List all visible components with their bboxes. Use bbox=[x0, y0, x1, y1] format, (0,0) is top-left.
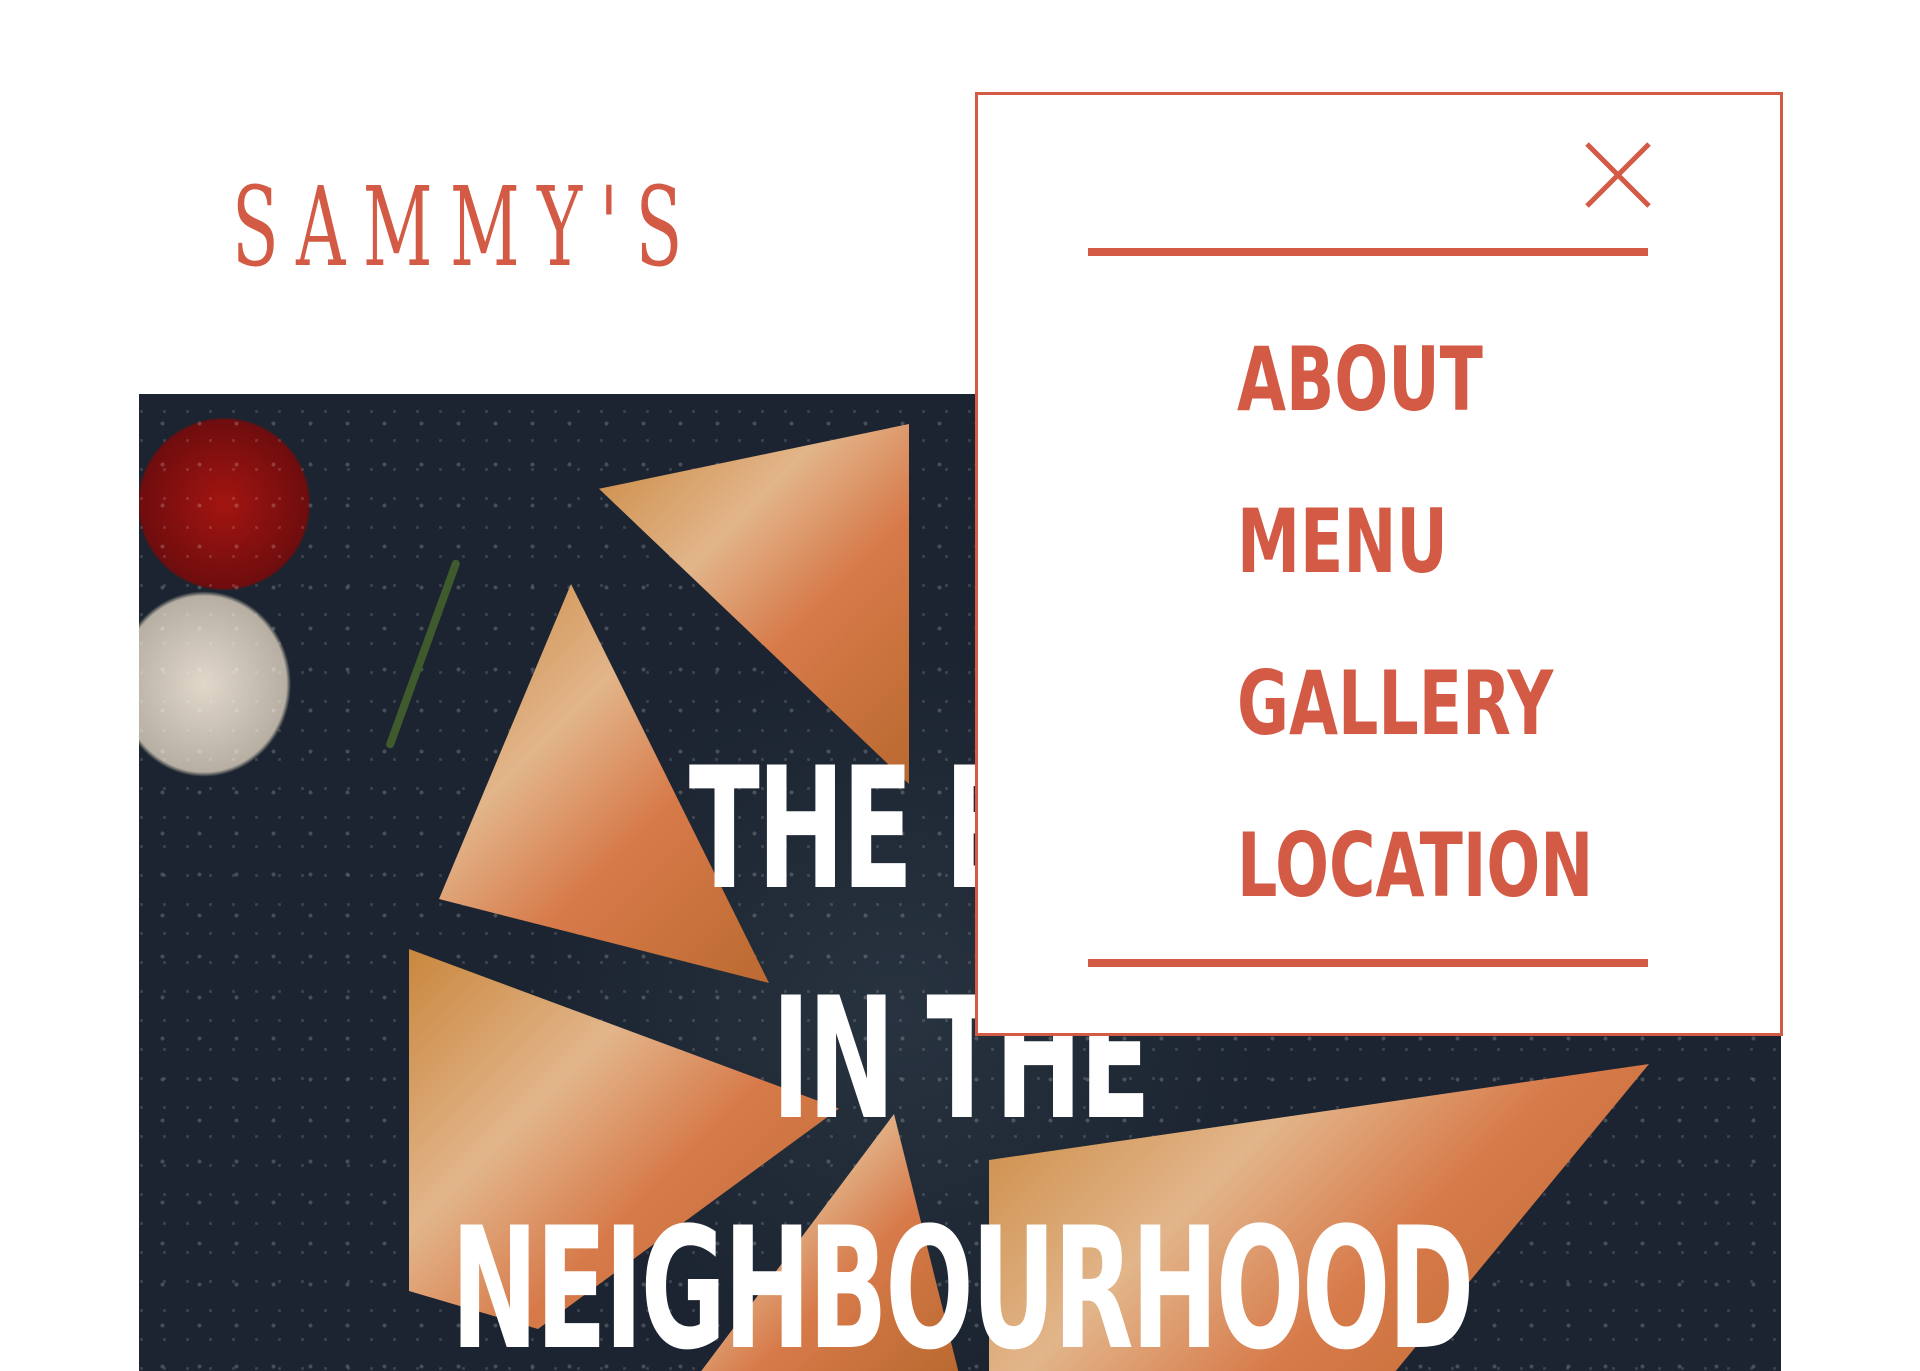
menu-list: ABOUT MENU GALLERY LOCATION bbox=[1237, 320, 1732, 968]
close-icon bbox=[1585, 142, 1651, 208]
menu-item-location[interactable]: LOCATION bbox=[1237, 806, 1593, 968]
close-menu-button[interactable] bbox=[1583, 140, 1653, 210]
navigation-menu-panel: ABOUT MENU GALLERY LOCATION bbox=[975, 92, 1783, 1036]
brand-logo[interactable]: SAMMY'S bbox=[232, 172, 700, 282]
menu-item-about[interactable]: ABOUT bbox=[1237, 320, 1593, 482]
menu-divider-bottom bbox=[1088, 959, 1648, 967]
menu-item-menu[interactable]: MENU bbox=[1237, 482, 1593, 644]
headline-line: NEIGHBOURHOOD bbox=[450, 1191, 1474, 1371]
menu-divider-top bbox=[1088, 248, 1648, 256]
menu-item-gallery[interactable]: GALLERY bbox=[1237, 644, 1593, 806]
